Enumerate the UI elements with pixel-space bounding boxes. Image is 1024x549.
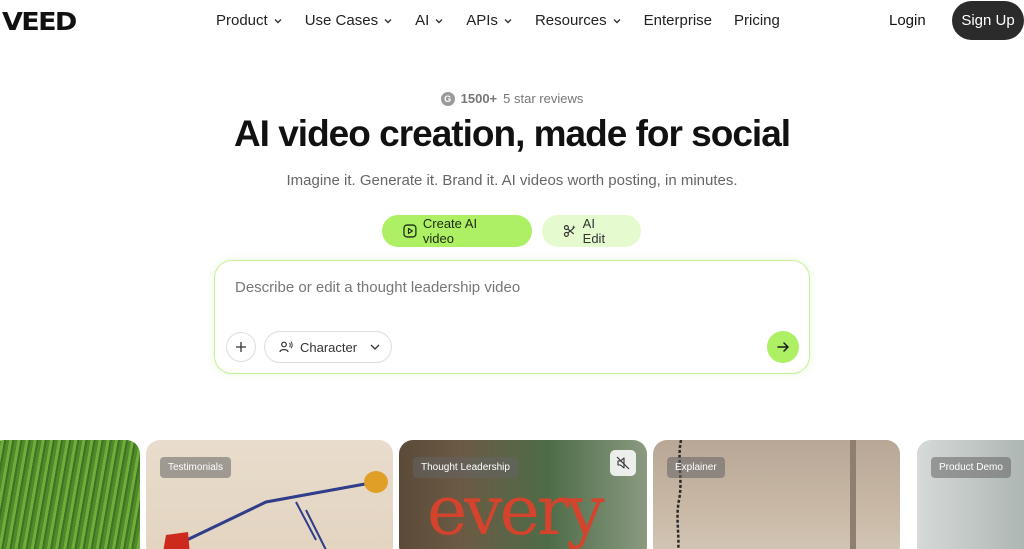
hero-headline: AI video creation, made for social [233,113,791,154]
signup-button[interactable]: Sign Up [952,1,1024,40]
arrow-right-icon [777,342,789,352]
hero-subtitle: Imagine it. Generate it. Brand it. AI vi… [286,172,738,189]
mode-label: Create AI video [422,216,478,246]
menu-label: AI [415,12,430,29]
menu-item-pricing[interactable]: Pricing [734,12,780,29]
veed-logo[interactable]: VEED [2,7,77,36]
menu-item-use-cases[interactable]: Use Cases [305,12,393,29]
character-dropdown[interactable]: Character [264,331,392,363]
menu-label: Resources [534,12,607,29]
menu-item-resources[interactable]: Resources [535,12,622,29]
menu-item-apis[interactable]: APIs [466,12,513,29]
explainer-video-card[interactable]: Explainer [653,440,900,549]
menu-label: Pricing [734,12,780,29]
grass-video-card[interactable] [0,440,140,549]
create-ai-video-button[interactable]: Create AI video [382,215,532,247]
review-text: 5 star reviews [503,91,584,106]
mode-label: AI Edit [582,216,606,246]
top-navigation: VEED Product Use Cases AI APIs Resources… [0,0,1024,42]
card-category-label: Explainer [667,457,725,478]
menu-item-product[interactable]: Product [216,12,283,29]
chevron-down-icon [504,18,512,23]
muted-speaker-icon [616,456,630,470]
add-attachment-button[interactable] [226,332,256,362]
review-source-icon: G [440,91,455,106]
menu-label: Product [216,12,268,29]
prompt-input[interactable] [235,279,775,296]
product-demo-video-card[interactable]: Product Demo [917,440,1024,549]
card-category-label: Thought Leadership [413,457,518,478]
menu-label: Use Cases [304,12,379,29]
menu-label: Enterprise [643,12,713,29]
mute-toggle-button[interactable] [610,450,636,476]
character-label: Character [300,339,358,355]
menu-label: APIs [466,12,498,29]
mode-toggle: Create AI video AI Edit [382,215,641,247]
chevron-down-icon [384,18,392,23]
chevron-down-icon [370,344,380,350]
scissors-sparkle-icon [563,225,576,237]
review-count: 1500+ [460,91,498,106]
prompt-box: Character [214,260,810,374]
ai-edit-button[interactable]: AI Edit [542,215,641,247]
character-voice-icon [279,341,293,353]
chevron-down-icon [274,18,282,23]
thought-leadership-video-card[interactable]: every Thought Leadership [399,440,647,549]
menu-item-enterprise[interactable]: Enterprise [644,12,712,29]
use-case-carousel: Testimonials every Thought Leadership Ex… [0,440,1024,549]
submit-prompt-button[interactable] [767,331,799,363]
card-category-label: Testimonials [160,457,232,478]
sign-overlay-text: every [427,472,605,549]
review-rating: G 1500+ 5 star reviews [0,91,1024,106]
card-category-label: Product Demo [931,457,1011,478]
menu-item-ai[interactable]: AI [415,12,444,29]
testimonials-video-card[interactable]: Testimonials [146,440,393,549]
play-square-icon [403,224,417,238]
main-menu: Product Use Cases AI APIs Resources Ente… [216,12,802,29]
login-link[interactable]: Login [889,12,926,29]
chevron-down-icon [435,18,443,23]
plus-icon [236,342,246,352]
chevron-down-icon [613,18,621,23]
